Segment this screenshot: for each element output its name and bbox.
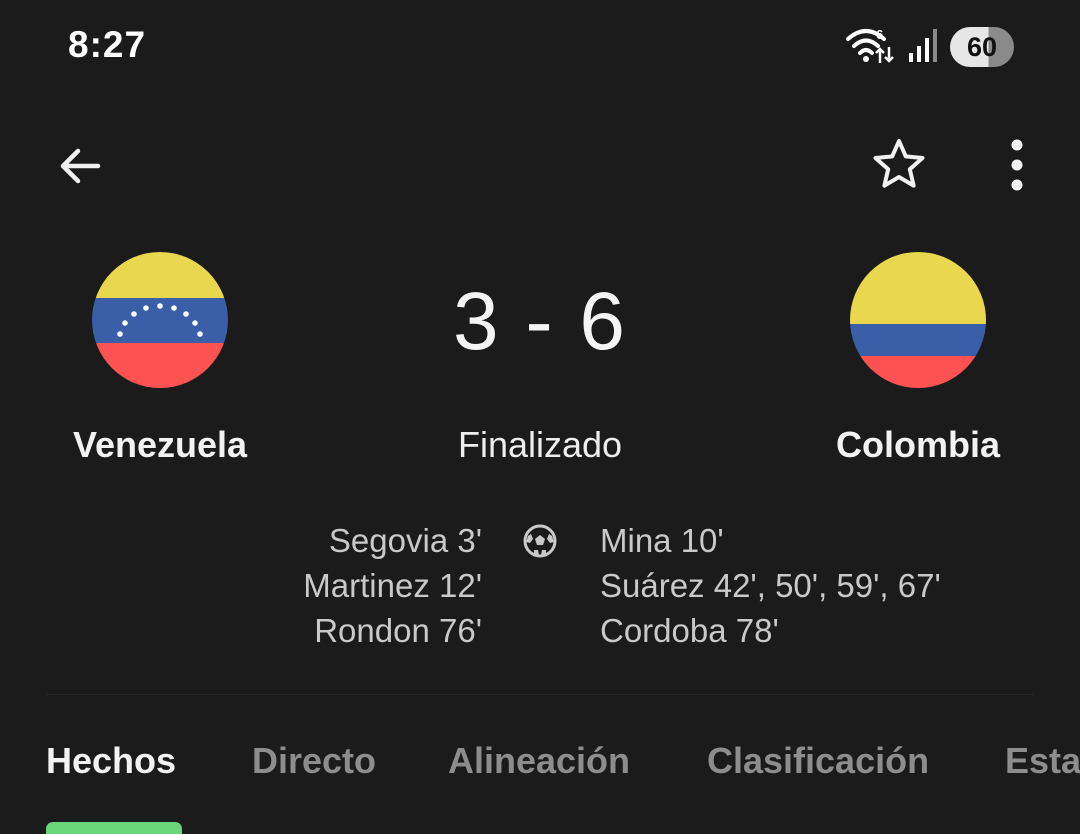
status-icons: 6 60 [846, 26, 1014, 68]
active-tab-indicator [46, 822, 182, 834]
home-scorers: Segovia 3' Martinez 12' Rondon 76' [303, 518, 482, 653]
more-options-button[interactable] [992, 134, 1042, 196]
battery-icon: 60 [950, 27, 1014, 67]
away-scorers: Mina 10' Suárez 42', 50', 59', 67' Cordo… [600, 518, 941, 653]
divider [46, 694, 1034, 695]
away-team-name: Colombia [835, 424, 1000, 465]
scorer-item: Segovia 3' [328, 522, 482, 559]
home-team[interactable]: Venezuela [20, 252, 300, 466]
favorite-button[interactable] [868, 134, 930, 196]
star-outline-icon [873, 139, 925, 188]
venezuela-flag-icon [92, 252, 228, 388]
scorer-item: Suárez 42', 50', 59', 67' [600, 567, 941, 604]
status-time: 8:27 [68, 24, 147, 65]
wifi-6-icon: 6 [846, 25, 896, 70]
soccer-ball-icon [522, 523, 558, 559]
match-status: Finalizado [457, 424, 623, 465]
more-vert-icon [1011, 139, 1023, 191]
tab-clasificacion[interactable]: Clasificación [707, 740, 929, 782]
match-screen: 8:27 6 60 Venezuela 3 - 6 Finalizado Col… [0, 0, 1080, 834]
colombia-flag-icon [850, 252, 986, 388]
tab-hechos[interactable]: Hechos [46, 740, 176, 782]
svg-text:6: 6 [876, 27, 883, 42]
scorer-item: Rondon 76' [314, 612, 482, 649]
back-arrow-icon [60, 148, 101, 184]
battery-level: 60 [966, 31, 998, 62]
tab-alineacion[interactable]: Alineación [448, 740, 630, 782]
tab-directo[interactable]: Directo [252, 740, 376, 782]
scorer-item: Mina 10' [600, 522, 724, 559]
tab-estadisticas[interactable]: Esta [1005, 740, 1080, 782]
scorer-item: Martinez 12' [303, 567, 482, 604]
tab-bar: Hechos Directo Alineación Clasificación … [0, 740, 1080, 834]
back-button[interactable] [52, 138, 108, 194]
match-score: 3 - 6 [452, 276, 628, 367]
score-block: 3 - 6 Finalizado [390, 272, 690, 466]
signal-icon [908, 27, 938, 68]
home-team-name: Venezuela [72, 424, 248, 465]
scorer-item: Cordoba 78' [600, 612, 779, 649]
away-team[interactable]: Colombia [778, 252, 1058, 466]
